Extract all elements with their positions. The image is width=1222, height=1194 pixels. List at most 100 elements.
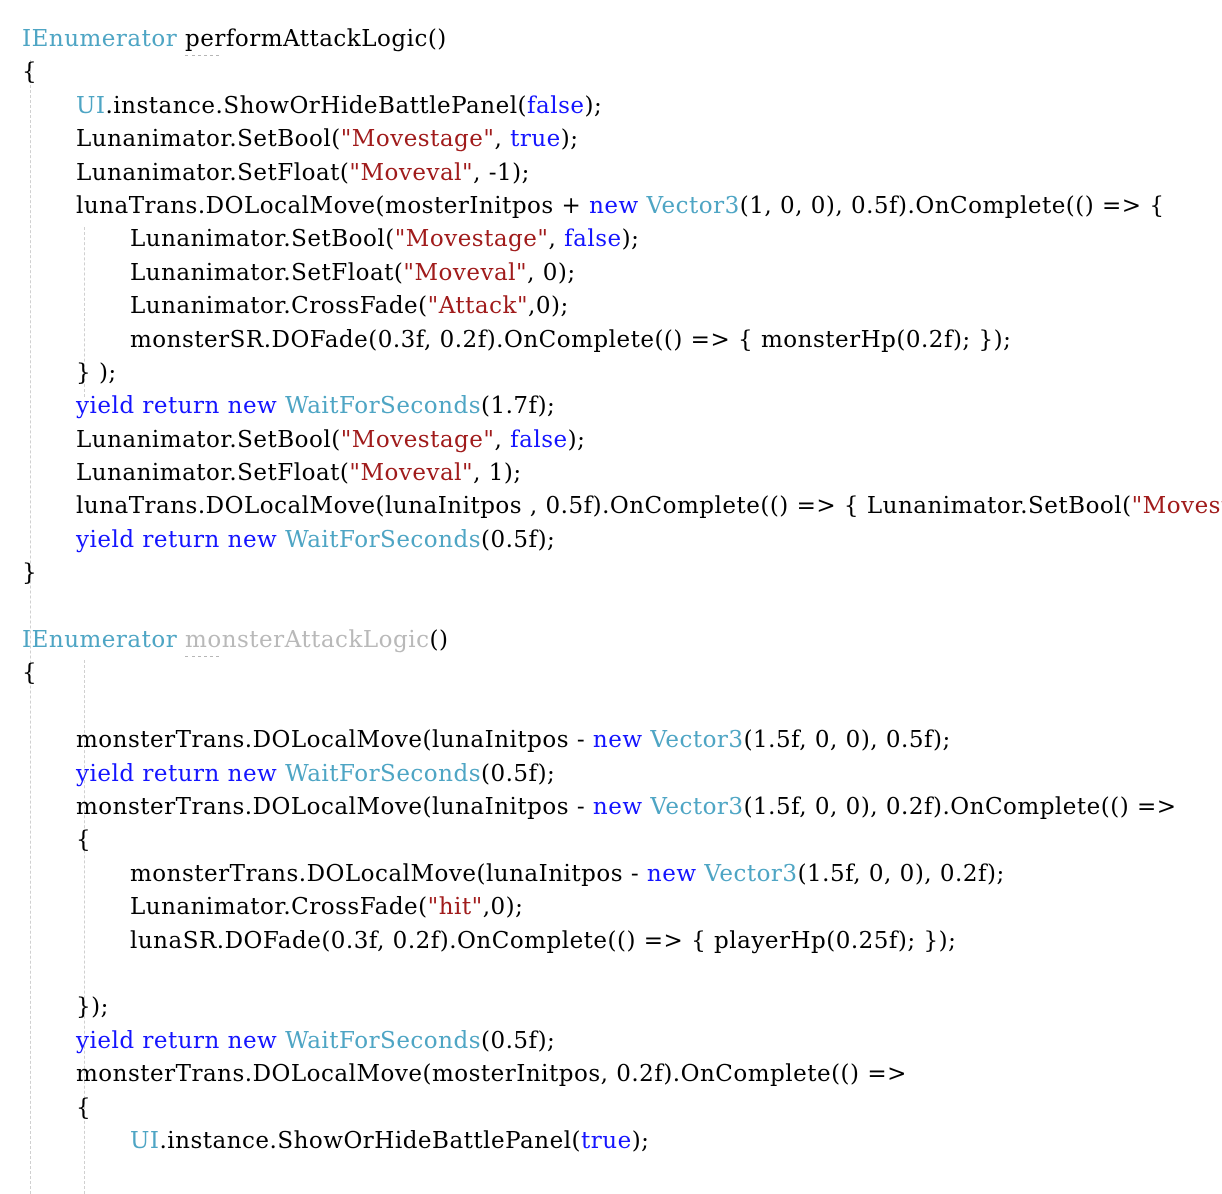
- code-line[interactable]: monsterTrans.DOLocalMove(lunaInitpos - n…: [0, 791, 1222, 824]
- code-token-plain: monsterTrans.DOLocalMove(lunaInitpos -: [76, 727, 593, 754]
- code-line[interactable]: });: [0, 991, 1222, 1024]
- code-line[interactable]: UI.instance.ShowOrHideBattlePanel(true);: [0, 1125, 1222, 1158]
- code-line[interactable]: }: [0, 557, 1222, 590]
- code-token-plain: (): [427, 26, 447, 52]
- code-line[interactable]: {: [0, 56, 1222, 89]
- code-token-plain: Lunanimator.SetBool(: [76, 126, 341, 153]
- code-token-plain: }: [22, 560, 38, 587]
- code-editor-pane[interactable]: IEnumerator performAttackLogic(){UI.inst…: [0, 0, 1222, 1194]
- code-token-type: WaitForSeconds: [285, 393, 481, 420]
- code-token-str: "Attack": [427, 293, 529, 320]
- code-token-plain: });: [76, 994, 109, 1021]
- code-token-plain: ,0);: [528, 293, 569, 320]
- code-line[interactable]: Lunanimator.SetFloat("Moveval", -1);: [0, 157, 1222, 190]
- code-line[interactable]: lunaSR.DOFade(0.3f, 0.2f).OnComplete(() …: [0, 925, 1222, 958]
- code-token-plain: {: [76, 827, 92, 854]
- code-token-type: UI: [76, 92, 106, 119]
- code-token-type: Vector3: [650, 727, 744, 754]
- code-token-plain: Lunanimator.SetFloat(: [76, 460, 350, 487]
- code-line[interactable]: monsterTrans.DOLocalMove(lunaInitpos - n…: [0, 858, 1222, 891]
- code-token-kw: new: [589, 192, 639, 219]
- code-token-plain: , 0);: [527, 259, 576, 286]
- code-line[interactable]: Lunanimator.SetFloat("Moveval", 1);: [0, 457, 1222, 490]
- code-line[interactable]: [0, 691, 1222, 724]
- code-line[interactable]: {: [0, 657, 1222, 690]
- code-line[interactable]: Lunanimator.CrossFade("Attack",0);: [0, 290, 1222, 323]
- code-token-str: "Movestage": [394, 226, 549, 253]
- code-token-plain: .instance.ShowOrHideBattlePanel(: [159, 1127, 582, 1154]
- code-token-plain: {: [76, 1094, 92, 1121]
- code-token-plain: lunaSR.DOFade(0.3f, 0.2f).OnComplete(() …: [130, 927, 957, 954]
- code-token-kw: false: [510, 426, 568, 453]
- code-token-type: IEnumerator: [22, 627, 178, 654]
- code-line[interactable]: UI.instance.ShowOrHideBattlePanel(false)…: [0, 90, 1222, 123]
- code-token-plain: );: [584, 92, 603, 119]
- code-line[interactable]: monsterTrans.DOLocalMove(lunaInitpos - n…: [0, 724, 1222, 757]
- code-token-plain: monsterTrans.DOLocalMove(lunaInitpos -: [130, 860, 647, 887]
- code-token-plain: ,: [494, 426, 511, 453]
- code-line[interactable]: lunaTrans.DOLocalMove(mosterInitpos + ne…: [0, 190, 1222, 223]
- code-line[interactable]: Lunanimator.SetBool("Movestage", false);: [0, 223, 1222, 256]
- code-token-plain: .instance.ShowOrHideBattlePanel(: [105, 92, 528, 119]
- code-token-plain: } );: [76, 359, 117, 386]
- code-token-type: Vector3: [646, 192, 740, 219]
- code-token-plain: (0.5f);: [481, 526, 556, 553]
- code-line[interactable]: monsterSR.DOFade(0.3f, 0.2f).OnComplete(…: [0, 324, 1222, 357]
- code-token-kw: new: [592, 793, 643, 820]
- code-token-kw: yield return new: [76, 526, 278, 553]
- code-line[interactable]: {: [0, 824, 1222, 857]
- code-line[interactable]: yield return new WaitForSeconds(0.5f);: [0, 1025, 1222, 1058]
- code-token-type: WaitForSeconds: [285, 760, 481, 787]
- code-line[interactable]: [0, 958, 1222, 991]
- code-token-plain: lunaTrans.DOLocalMove(mosterInitpos +: [76, 192, 590, 219]
- code-line[interactable]: IEnumerator performAttackLogic(): [0, 23, 1222, 57]
- code-line[interactable]: yield return new WaitForSeconds(1.7f);: [0, 390, 1222, 423]
- code-line[interactable]: yield return new WaitForSeconds(0.5f);: [0, 758, 1222, 791]
- code-token-plain: ,: [548, 226, 565, 253]
- code-token-plain: Lunanimator.CrossFade(: [130, 894, 428, 921]
- code-token-str: "Movestage": [340, 426, 495, 453]
- code-text-area[interactable]: IEnumerator performAttackLogic(){UI.inst…: [0, 0, 1222, 1158]
- code-token-plain: Lunanimator.SetFloat(: [130, 259, 404, 286]
- code-token-plain: lunaTrans.DOLocalMove(lunaInitpos , 0.5f…: [76, 493, 1132, 520]
- code-token-kw: false: [527, 92, 585, 119]
- code-token-str: "Moveval": [349, 159, 474, 186]
- code-token-plain: Lunanimator.CrossFade(: [130, 293, 428, 320]
- code-token-plain: , 1);: [473, 460, 522, 487]
- code-token-type: UI: [130, 1127, 160, 1154]
- code-token-kw: new: [592, 727, 643, 754]
- code-line[interactable]: Lunanimator.CrossFade("hit",0);: [0, 891, 1222, 924]
- code-token-plain: {: [22, 59, 38, 86]
- code-token-plain: (1.5f, 0, 0), 0.2f).OnComplete(() =>: [743, 793, 1177, 820]
- code-line[interactable]: } );: [0, 357, 1222, 390]
- code-token-plain: (1.7f);: [481, 393, 556, 420]
- code-token-plain: monsterTrans.DOLocalMove(mosterInitpos, …: [76, 1061, 907, 1088]
- code-token-kw: true: [581, 1127, 632, 1154]
- code-line[interactable]: monsterTrans.DOLocalMove(mosterInitpos, …: [0, 1058, 1222, 1091]
- code-token-plain: (1.5f, 0, 0), 0.2f);: [797, 860, 1005, 887]
- code-line[interactable]: Lunanimator.SetBool("Movestage", true);: [0, 123, 1222, 156]
- code-line[interactable]: yield return new WaitForSeconds(0.5f);: [0, 524, 1222, 557]
- code-token-plain: );: [621, 226, 640, 253]
- method-name-hint: performAttackLogic: [185, 23, 428, 57]
- code-token-plain: monsterSR.DOFade(0.3f, 0.2f).OnComplete(…: [130, 326, 1012, 353]
- code-line[interactable]: Lunanimator.SetBool("Movestage", false);: [0, 424, 1222, 457]
- code-line[interactable]: {: [0, 1092, 1222, 1125]
- code-token-kw: yield return new: [76, 393, 278, 420]
- code-token-str: "Moveval": [403, 259, 528, 286]
- code-line[interactable]: lunaTrans.DOLocalMove(lunaInitpos , 0.5f…: [0, 490, 1222, 523]
- code-token-type: WaitForSeconds: [285, 1027, 481, 1054]
- code-token-str: "Moveval": [349, 460, 474, 487]
- code-token-type: Vector3: [704, 860, 798, 887]
- code-line[interactable]: [0, 591, 1222, 624]
- code-line[interactable]: Lunanimator.SetFloat("Moveval", 0);: [0, 257, 1222, 290]
- code-token-plain: monsterTrans.DOLocalMove(lunaInitpos -: [76, 793, 593, 820]
- code-token-plain: );: [567, 426, 586, 453]
- code-line[interactable]: IEnumerator monsterAttackLogic(): [0, 624, 1222, 658]
- code-token-str: "hit": [427, 894, 483, 921]
- code-token-plain: (): [429, 627, 449, 654]
